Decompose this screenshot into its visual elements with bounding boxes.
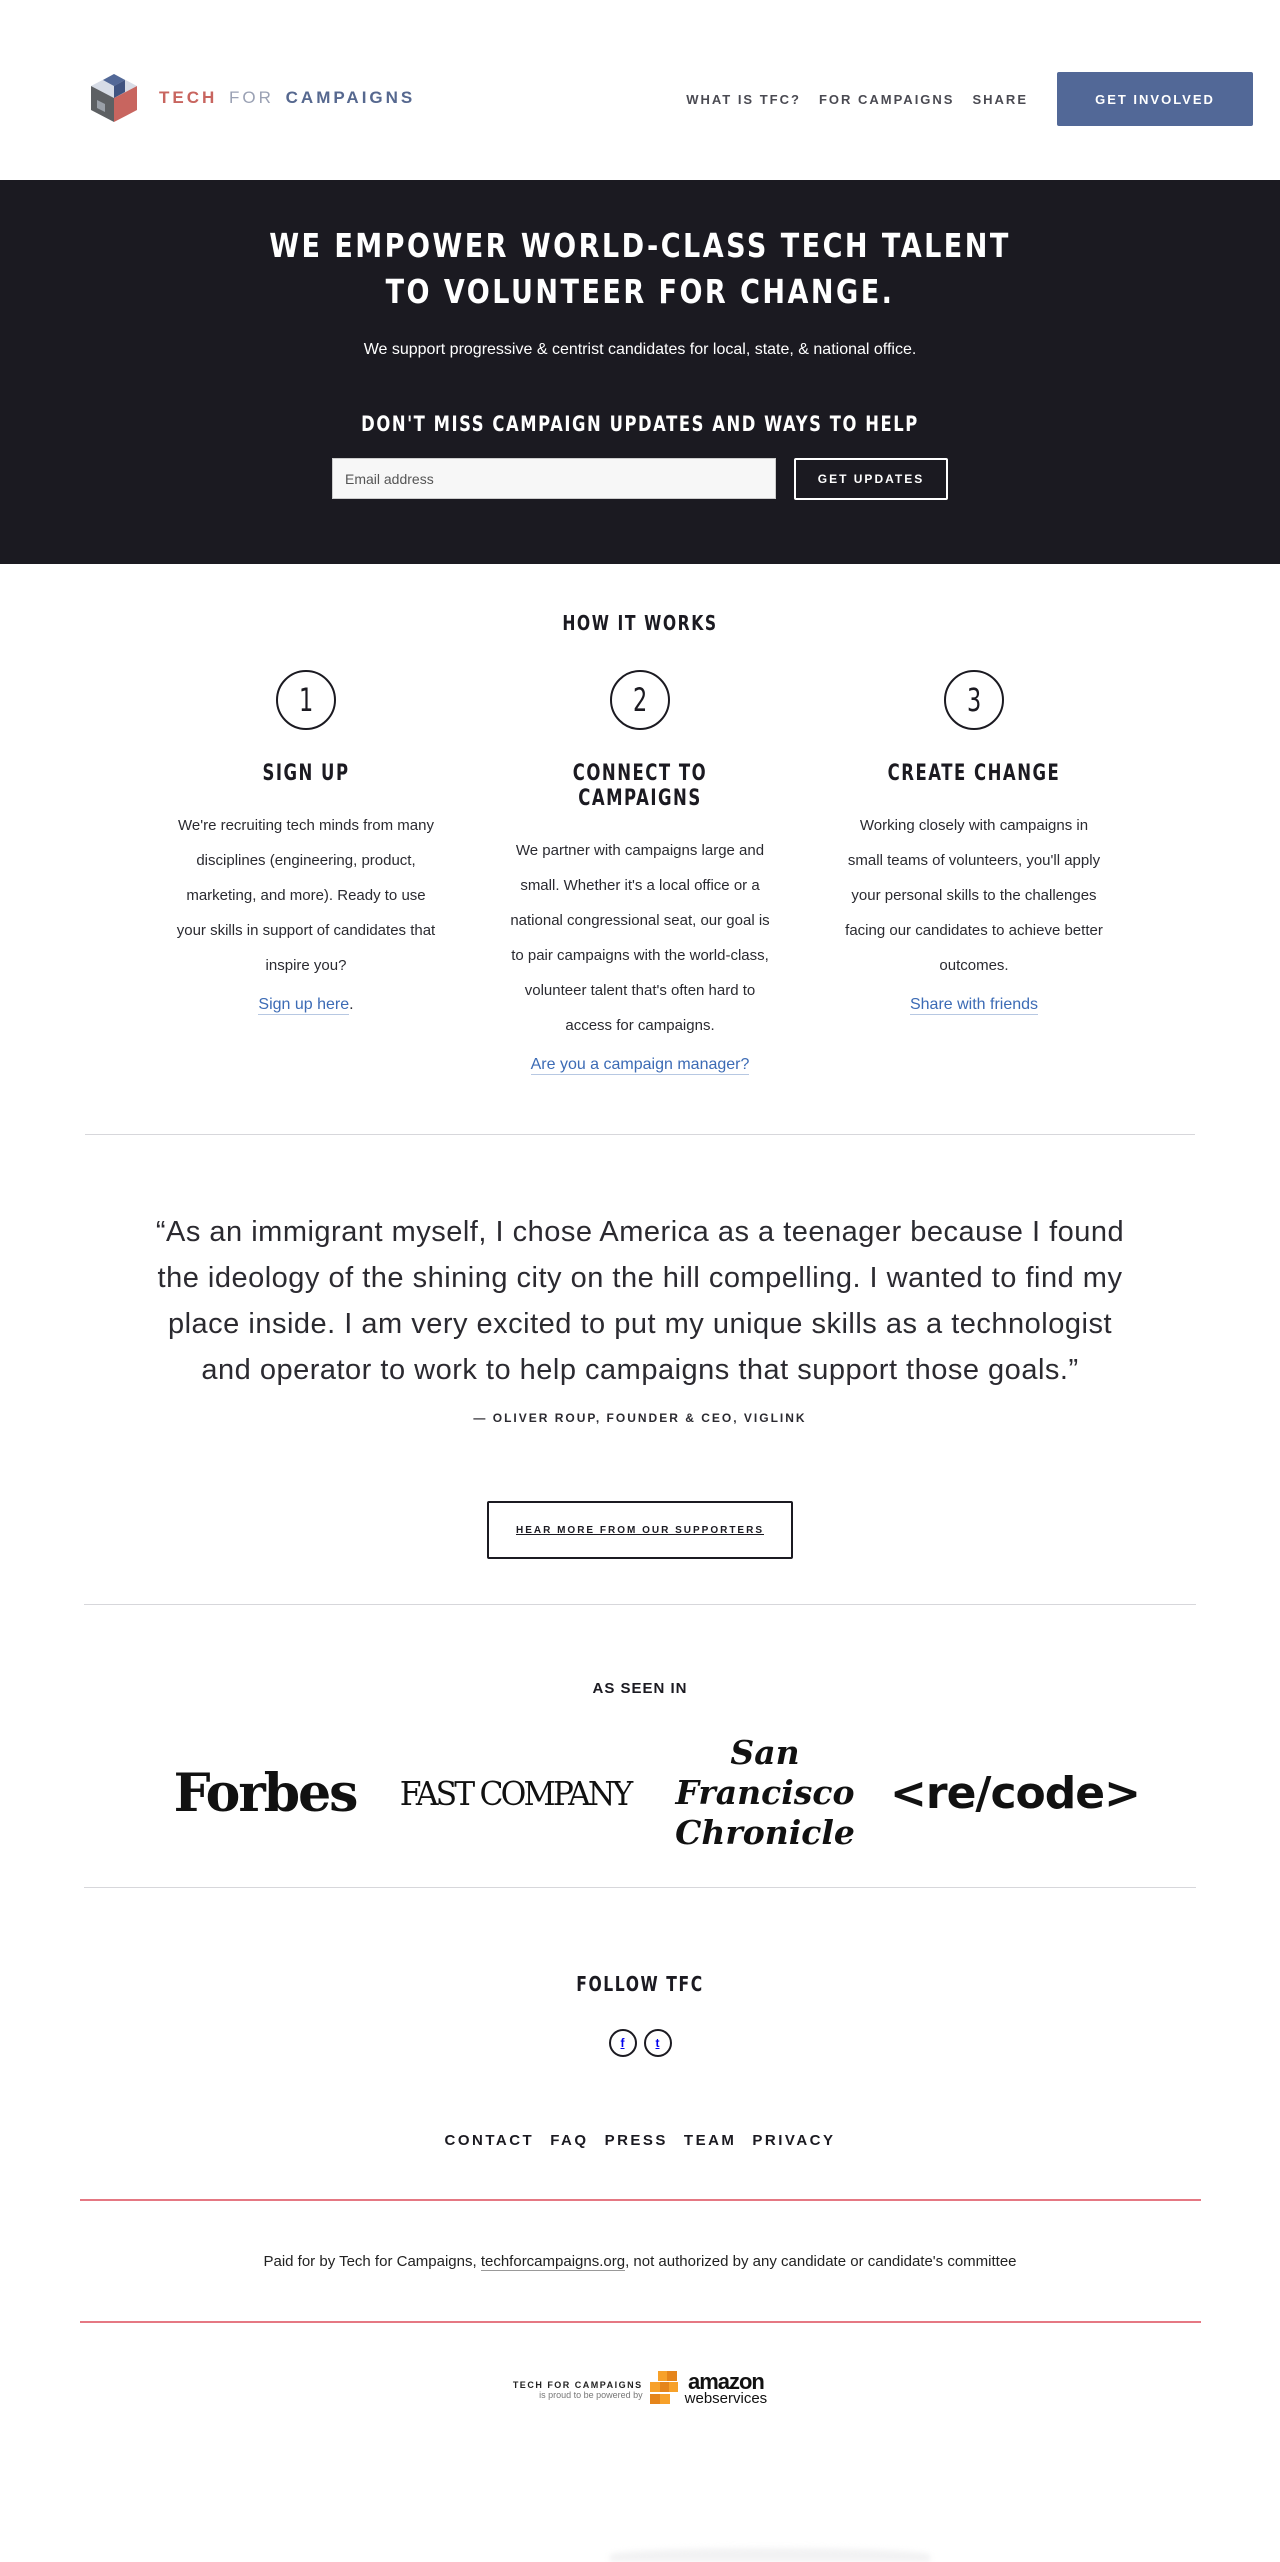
step-number-badge: 1 (276, 670, 336, 730)
step-title: SIGN UP (262, 761, 350, 786)
forbes-logo[interactable]: Forbes (140, 1763, 390, 1824)
testimonial-attribution: — OLIVER ROUP, FOUNDER & CEO, VIGLINK (473, 1411, 807, 1425)
step-title: CREATE CHANGE (887, 761, 1061, 786)
email-input[interactable] (332, 458, 776, 499)
nav-for-campaigns[interactable]: FOR CAMPAIGNS (819, 92, 955, 107)
aws-badge[interactable]: TECH FOR CAMPAIGNS is proud to be powere… (0, 2370, 1280, 2410)
footer-links: CONTACT FAQ PRESS TEAM PRIVACY (0, 2132, 1280, 2149)
logo-word-campaigns: CAMPAIGNS (285, 88, 416, 107)
sign-up-link[interactable]: Sign up here (258, 996, 350, 1015)
press-section: AS SEEN IN Forbes FAST COMPANY San Franc… (0, 1605, 1280, 1853)
hero-title: WE EMPOWER WORLD-CLASS TECH TALENT TO VO… (115, 223, 1165, 315)
step-description: We partner with campaigns large and smal… (510, 842, 770, 1034)
aws-cubes-icon (649, 2371, 678, 2404)
site-logo[interactable]: TECH FOR CAMPAIGNS (87, 72, 415, 124)
site-header: TECH FOR CAMPAIGNS WHAT IS TFC? FOR CAMP… (0, 0, 1280, 180)
sf-chronicle-logo[interactable]: San Francisco Chronicle (640, 1733, 890, 1853)
step-number: 2 (632, 681, 648, 719)
logo-word-for: FOR (229, 88, 274, 107)
follow-section: FOLLOW TFC f t CONTACT FAQ PRESS TEAM PR… (0, 1888, 1280, 2410)
hero-title-line1: WE EMPOWER WORLD-CLASS TECH TALENT (269, 226, 1011, 265)
testimonial-quote: “As an immigrant myself, I chose America… (155, 1216, 1125, 1386)
bottom-fade (610, 2548, 930, 2562)
hear-more-button[interactable]: HEAR MORE FROM OUR SUPPORTERS (487, 1501, 793, 1559)
hero-section: WE EMPOWER WORLD-CLASS TECH TALENT TO VO… (0, 180, 1280, 564)
footer-faq-link[interactable]: FAQ (550, 2132, 588, 2149)
link-period: . (349, 996, 354, 1013)
step-create-change: 3 CREATE CHANGE Working closely with cam… (807, 670, 1141, 1075)
footer-contact-link[interactable]: CONTACT (445, 2132, 535, 2149)
step-number: 3 (966, 681, 982, 719)
step-sign-up: 1 SIGN UP We're recruiting tech minds fr… (139, 670, 473, 1075)
nav-share[interactable]: SHARE (972, 92, 1028, 107)
get-involved-button[interactable]: GET INVOLVED (1057, 72, 1253, 126)
updates-title: DON'T MISS CAMPAIGN UPDATES AND WAYS TO … (361, 412, 919, 436)
twitter-icon[interactable]: t (643, 2029, 672, 2057)
aws-caption-line1: TECH FOR CAMPAIGNS (512, 2380, 643, 2390)
follow-title: FOLLOW TFC (576, 1972, 704, 1996)
hero-subtitle: We support progressive & centrist candid… (363, 341, 917, 358)
step-connect: 2 CONNECT TO CAMPAIGNS We partner with c… (473, 670, 807, 1075)
paid-for-disclaimer: Paid for by Tech for Campaigns, techforc… (263, 2252, 1017, 2271)
facebook-icon[interactable]: f (608, 2029, 637, 2057)
footer-team-link[interactable]: TEAM (684, 2132, 737, 2149)
step-description: Working closely with campaigns in small … (845, 817, 1103, 974)
social-links: f t (0, 2029, 1280, 2057)
aws-wordmark: amazon webservices (684, 2369, 768, 2408)
tfc-website-link[interactable]: techforcampaigns.org (480, 2252, 626, 2271)
disclaimer-box: Paid for by Tech for Campaigns, techforc… (79, 2199, 1201, 2323)
footer-privacy-link[interactable]: PRIVACY (752, 2132, 835, 2149)
campaign-manager-link[interactable]: Are you a campaign manager? (530, 1056, 750, 1075)
aws-caption: TECH FOR CAMPAIGNS is proud to be powere… (513, 2380, 643, 2400)
email-signup-form: GET UPDATES (0, 458, 1280, 500)
step-description: We're recruiting tech minds from many di… (176, 817, 436, 974)
hero-title-line2: TO VOLUNTEER FOR CHANGE. (385, 272, 895, 311)
main-nav: WHAT IS TFC? FOR CAMPAIGNS SHARE GET INV… (668, 72, 1253, 126)
press-logos: Forbes FAST COMPANY San Francisco Chroni… (0, 1733, 1280, 1853)
logo-cube-icon (91, 74, 137, 122)
nav-what-is-tfc[interactable]: WHAT IS TFC? (686, 92, 801, 107)
steps-list: 1 SIGN UP We're recruiting tech minds fr… (0, 670, 1280, 1075)
testimonial-section: “As an immigrant myself, I chose America… (0, 1135, 1280, 1559)
disclaimer-text: Paid for by Tech for Campaigns, (263, 2252, 481, 2270)
aws-wordmark-webservices: webservices (684, 2390, 768, 2407)
as-seen-in-title: AS SEEN IN (592, 1680, 688, 1697)
aws-caption-line2: is proud to be powered by (539, 2390, 643, 2400)
logo-word-tech: TECH (159, 88, 218, 107)
fast-company-logo[interactable]: FAST COMPANY (396, 1774, 634, 1813)
recode-logo[interactable]: <re/code> (890, 1768, 1141, 1819)
step-title: CONNECT TO CAMPAIGNS (572, 761, 708, 811)
step-number-badge: 3 (944, 670, 1004, 730)
get-updates-button[interactable]: GET UPDATES (794, 458, 948, 500)
footer-press-link[interactable]: PRESS (605, 2132, 668, 2149)
aws-wordmark-amazon: amazon (687, 2369, 765, 2394)
step-number-badge: 2 (610, 670, 670, 730)
how-it-works-section: HOW IT WORKS 1 SIGN UP We're recruiting … (0, 564, 1280, 1075)
disclaimer-text: , not authorized by any candidate or can… (625, 2252, 1017, 2270)
step-number: 1 (298, 681, 314, 719)
share-with-friends-link[interactable]: Share with friends (909, 996, 1039, 1015)
how-it-works-title: HOW IT WORKS (562, 611, 718, 635)
